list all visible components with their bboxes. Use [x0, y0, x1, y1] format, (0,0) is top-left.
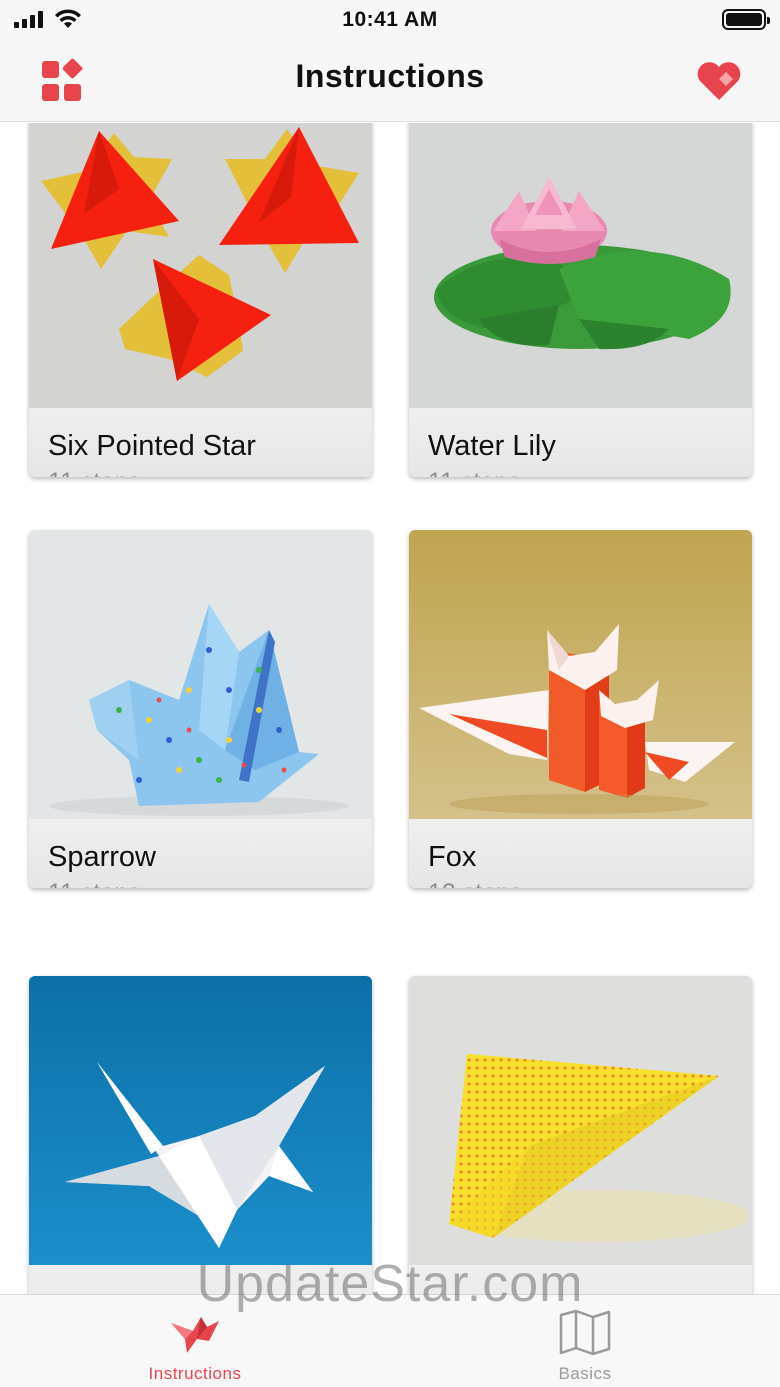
- status-bar: 10:41 AM: [0, 0, 780, 40]
- status-time: 10:41 AM: [342, 8, 438, 31]
- page-title: Instructions: [295, 58, 485, 94]
- fox-photo: [409, 530, 752, 819]
- card-info: Water Lily 11 steps: [409, 408, 752, 477]
- card-info: Fox 12 steps: [409, 819, 752, 888]
- instructions-grid: Six Pointed Star 11 steps W: [0, 123, 780, 1294]
- battery-icon: [722, 9, 770, 30]
- card-info: [29, 1265, 372, 1294]
- card-steps: 11 steps: [48, 879, 141, 888]
- card-title: Fox: [428, 841, 477, 873]
- tab-bar: Instructions Basics: [0, 1294, 780, 1387]
- instruction-card-crane[interactable]: [29, 976, 372, 1294]
- card-title: Six Pointed Star: [48, 430, 256, 462]
- navigation-bar: Instructions: [0, 40, 780, 122]
- card-info: Sparrow 11 steps: [29, 819, 372, 888]
- sparrow-photo: [29, 530, 372, 819]
- origami-crane-icon: [171, 1317, 219, 1353]
- card-info: Six Pointed Star 11 steps: [29, 408, 372, 477]
- six-pointed-star-photo: [29, 123, 372, 408]
- tab-instructions[interactable]: Instructions: [0, 1295, 390, 1387]
- card-info: [409, 1265, 752, 1294]
- crane-photo: [29, 976, 372, 1265]
- instruction-card-fox[interactable]: Fox 12 steps: [409, 530, 752, 888]
- tab-basics[interactable]: Basics: [390, 1295, 780, 1387]
- card-steps: 12 steps: [428, 879, 523, 888]
- water-lily-photo: [409, 123, 752, 408]
- card-steps: 11 steps: [48, 468, 141, 477]
- favorites-heart-icon[interactable]: [696, 60, 742, 102]
- tab-label: Instructions: [148, 1364, 242, 1383]
- instruction-card-sparrow[interactable]: Sparrow 11 steps: [29, 530, 372, 888]
- instruction-card-water-lily[interactable]: Water Lily 11 steps: [409, 123, 752, 477]
- instruction-card-six-pointed-star[interactable]: Six Pointed Star 11 steps: [29, 123, 372, 477]
- instruction-card-paper-plane[interactable]: [409, 976, 752, 1294]
- card-title: Water Lily: [428, 430, 556, 462]
- tab-label: Basics: [558, 1364, 612, 1383]
- card-steps: 11 steps: [428, 468, 521, 477]
- paper-plane-photo: [409, 976, 752, 1265]
- folded-map-icon: [559, 1309, 611, 1355]
- card-title: Sparrow: [48, 841, 156, 873]
